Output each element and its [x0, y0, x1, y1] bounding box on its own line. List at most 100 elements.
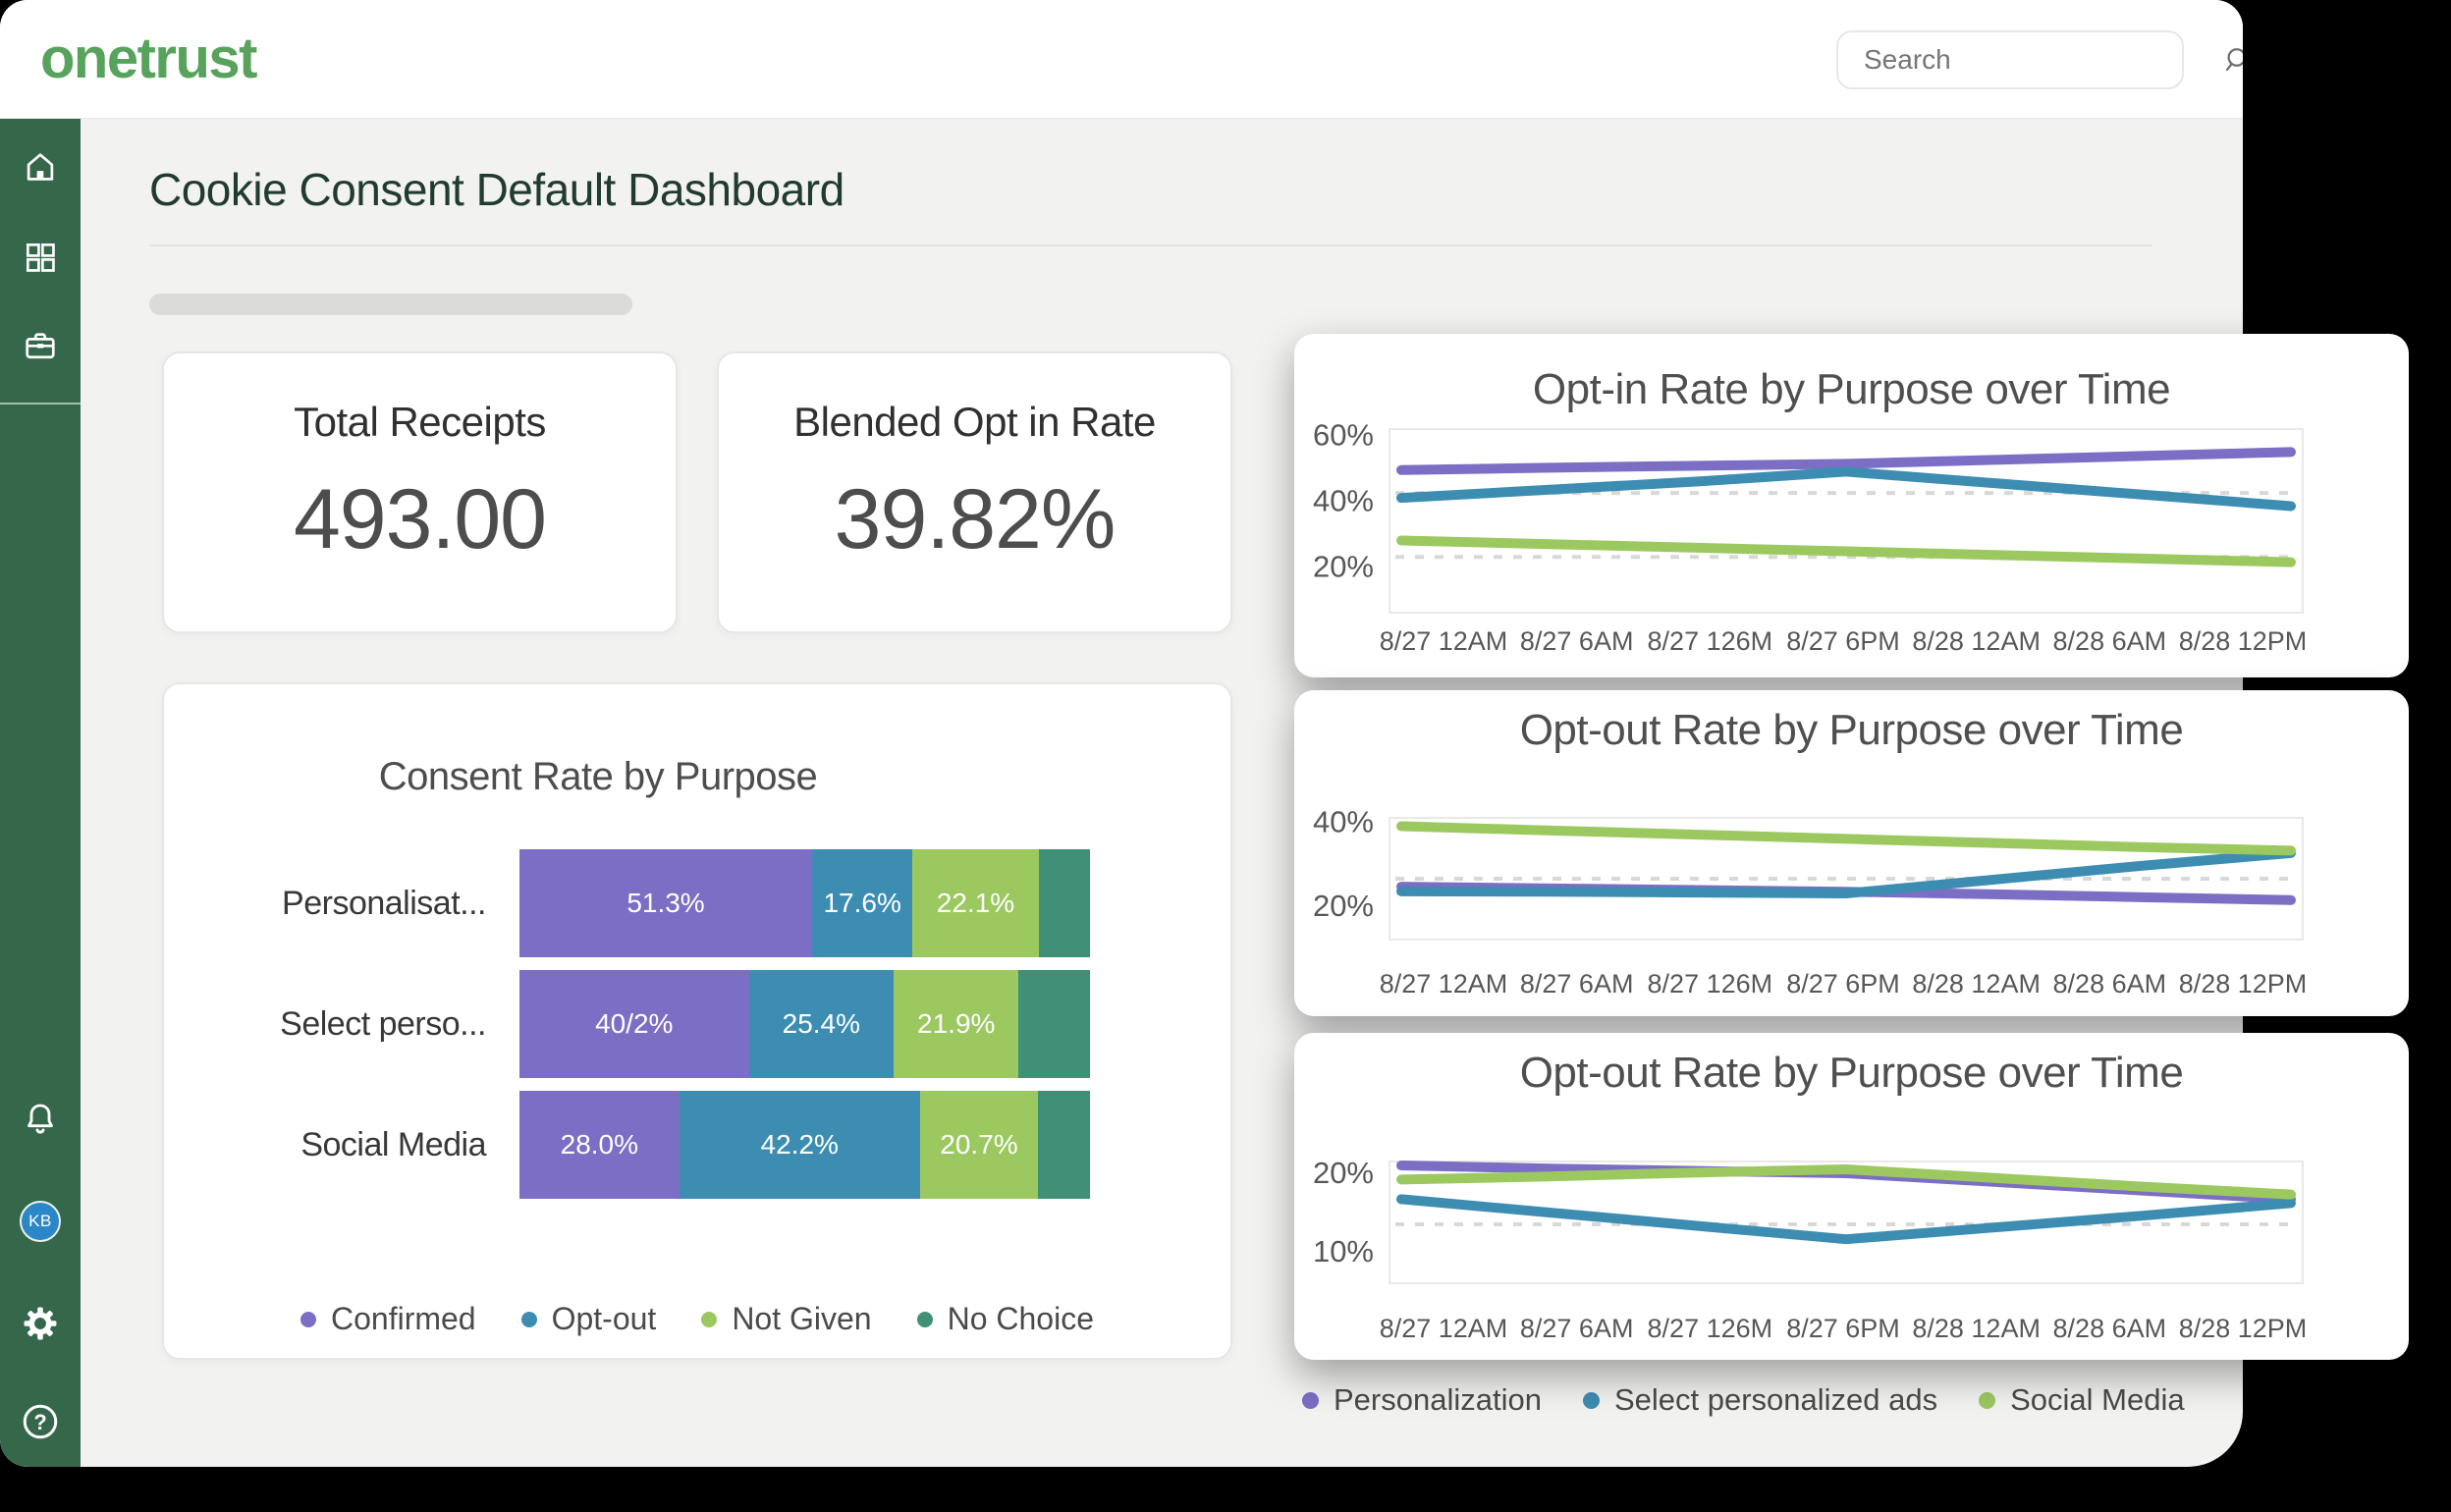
legend-dot	[521, 1312, 537, 1327]
apps-grid-icon	[22, 239, 59, 281]
bar-row: Personalisat... 51.3% 17.6% 22.1%	[164, 849, 1230, 957]
x-axis-tick-label: 8/27 6PM	[1786, 969, 1900, 999]
consent-chart-legend: Confirmed Opt-out Not Given No Choice	[164, 1301, 1230, 1337]
bar-category-label: Select perso...	[184, 970, 486, 1078]
bar-segment-value: 25.4%	[783, 1008, 860, 1040]
briefcase-icon	[22, 327, 59, 369]
x-axis-tick-label: 8/27 12AM	[1380, 1314, 1508, 1343]
sidebar-item-workspace[interactable]	[0, 327, 81, 369]
sidebar: KB	[0, 119, 81, 1467]
sidebar-item-user-avatar[interactable]: KB	[0, 1201, 81, 1242]
bar-segment-opt-out[interactable]: 25.4%	[749, 970, 895, 1078]
stat-card-blended-opt-in-rate: Blended Opt in Rate 39.82%	[717, 351, 1232, 633]
bar-segment-not-given[interactable]: 20.7%	[920, 1091, 1038, 1199]
search-box	[1836, 30, 2184, 89]
screenshot-canvas: onetrust	[0, 0, 2451, 1512]
legend-label: Select personalized ads	[1614, 1382, 1937, 1418]
sidebar-item-home[interactable]	[0, 148, 81, 190]
legend-dot	[1583, 1392, 1600, 1409]
bar-segment-no-choice[interactable]	[1039, 849, 1090, 957]
bar-segment-opt-out[interactable]: 17.6%	[812, 849, 912, 957]
x-axis-tick-label: 8/27 6AM	[1520, 626, 1634, 656]
bar-segment-value: 17.6%	[823, 888, 900, 919]
bar-segment-confirmed[interactable]: 40/2%	[519, 970, 749, 1078]
line-charts-shared-legend: Personalization Select personalized ads So…	[1302, 1382, 2185, 1418]
y-axis-tick-label: 60%	[1313, 418, 1374, 453]
y-axis-tick-label: 40%	[1313, 804, 1374, 838]
line-chart: 60%40%20%8/27 12AM8/27 6AM8/27 126M8/27 …	[1294, 334, 2409, 677]
opt-out-rate-chart-card-1: Opt-out Rate by Purpose over Time 40%20%…	[1294, 690, 2409, 1016]
y-axis-tick-label: 20%	[1313, 889, 1374, 923]
search-icon[interactable]	[2220, 45, 2243, 75]
stacked-bar: 28.0% 42.2% 20.7%	[519, 1091, 1090, 1199]
opt-out-rate-chart-card-2: Opt-out Rate by Purpose over Time 20%10%…	[1294, 1033, 2409, 1360]
legend-dot	[300, 1312, 316, 1327]
opt-in-rate-chart-card: Opt-in Rate by Purpose over Time 60%40%2…	[1294, 334, 2409, 677]
page-title: Cookie Consent Default Dashboard	[149, 163, 844, 216]
x-axis-tick-label: 8/28 6AM	[2053, 626, 2167, 656]
app-header: onetrust	[0, 0, 2243, 119]
legend-item-confirmed[interactable]: Confirmed	[300, 1301, 476, 1337]
title-divider	[149, 244, 2152, 246]
gear-icon	[20, 1303, 61, 1349]
x-axis-tick-label: 8/27 6PM	[1786, 1314, 1900, 1343]
bar-row: Social Media 28.0% 42.2% 20.7%	[164, 1091, 1230, 1199]
x-axis-tick-label: 8/28 6AM	[2053, 969, 2167, 999]
bar-segment-value: 28.0%	[561, 1129, 638, 1161]
help-icon: ?	[20, 1401, 61, 1447]
sidebar-item-apps[interactable]	[0, 239, 81, 281]
stat-label: Blended Opt in Rate	[793, 399, 1156, 446]
bar-segment-not-given[interactable]: 22.1%	[912, 849, 1038, 957]
legend-item-opt-out[interactable]: Opt-out	[521, 1301, 657, 1337]
bar-segment-no-choice[interactable]	[1018, 970, 1090, 1078]
x-axis-tick-label: 8/27 12AM	[1380, 969, 1508, 999]
bar-row: Select perso... 40/2% 25.4% 21.9%	[164, 970, 1230, 1078]
sidebar-item-help[interactable]: ?	[0, 1401, 81, 1447]
legend-dot	[917, 1312, 933, 1327]
sidebar-item-settings[interactable]	[0, 1303, 81, 1349]
search-input[interactable]	[1838, 43, 2220, 77]
bar-segment-value: 42.2%	[761, 1129, 839, 1161]
progress-bar	[149, 294, 632, 315]
onetrust-logo[interactable]: onetrust	[40, 24, 256, 94]
x-axis-tick-label: 8/28 12PM	[2179, 626, 2308, 656]
bar-segment-value: 51.3%	[626, 888, 704, 919]
x-axis-tick-label: 8/27 126M	[1648, 1314, 1773, 1343]
bar-segment-no-choice[interactable]	[1038, 1091, 1090, 1199]
legend-dot	[1979, 1392, 1995, 1409]
sidebar-item-notifications[interactable]	[0, 1099, 81, 1143]
legend-item-personalization[interactable]: Personalization	[1302, 1382, 1542, 1418]
legend-label: Confirmed	[331, 1301, 476, 1337]
x-axis-tick-label: 8/27 6AM	[1520, 1314, 1634, 1343]
bar-category-label: Personalisat...	[184, 849, 486, 957]
legend-item-social-media[interactable]: Social Media	[1979, 1382, 2184, 1418]
stacked-bar: 40/2% 25.4% 21.9%	[519, 970, 1090, 1078]
stat-card-total-receipts: Total Receipts 493.00	[162, 351, 678, 633]
legend-label: Personalization	[1334, 1382, 1542, 1418]
bar-segment-confirmed[interactable]: 28.0%	[519, 1091, 680, 1199]
x-axis-tick-label: 8/28 12PM	[2179, 969, 2308, 999]
x-axis-tick-label: 8/27 126M	[1648, 626, 1773, 656]
y-axis-tick-label: 40%	[1313, 483, 1374, 517]
x-axis-tick-label: 8/27 12AM	[1380, 626, 1508, 656]
x-axis-tick-label: 8/27 6AM	[1520, 969, 1634, 999]
legend-item-not-given[interactable]: Not Given	[701, 1301, 871, 1337]
legend-dot	[701, 1312, 717, 1327]
bar-segment-confirmed[interactable]: 51.3%	[519, 849, 812, 957]
legend-dot	[1302, 1392, 1319, 1409]
x-axis-tick-label: 8/28 6AM	[2053, 1314, 2167, 1343]
legend-item-select-personalized-ads[interactable]: Select personalized ads	[1583, 1382, 1937, 1418]
bar-segment-value: 21.9%	[917, 1008, 995, 1040]
x-axis-tick-label: 8/28 12AM	[1912, 969, 2041, 999]
y-axis-tick-label: 20%	[1313, 1156, 1374, 1190]
bar-segment-not-given[interactable]: 21.9%	[894, 970, 1018, 1078]
x-axis-tick-label: 8/28 12AM	[1912, 626, 2041, 656]
stacked-bar-chart: Personalisat... 51.3% 17.6% 22.1% Select per…	[164, 684, 1230, 1358]
x-axis-tick-label: 8/28 12AM	[1912, 1314, 2041, 1343]
bar-segment-opt-out[interactable]: 42.2%	[680, 1091, 920, 1199]
bell-icon	[21, 1099, 60, 1143]
x-axis-tick-label: 8/27 126M	[1648, 969, 1773, 999]
stat-value: 39.82%	[835, 471, 1116, 568]
legend-item-no-choice[interactable]: No Choice	[917, 1301, 1094, 1337]
bar-category-label: Social Media	[184, 1091, 486, 1199]
